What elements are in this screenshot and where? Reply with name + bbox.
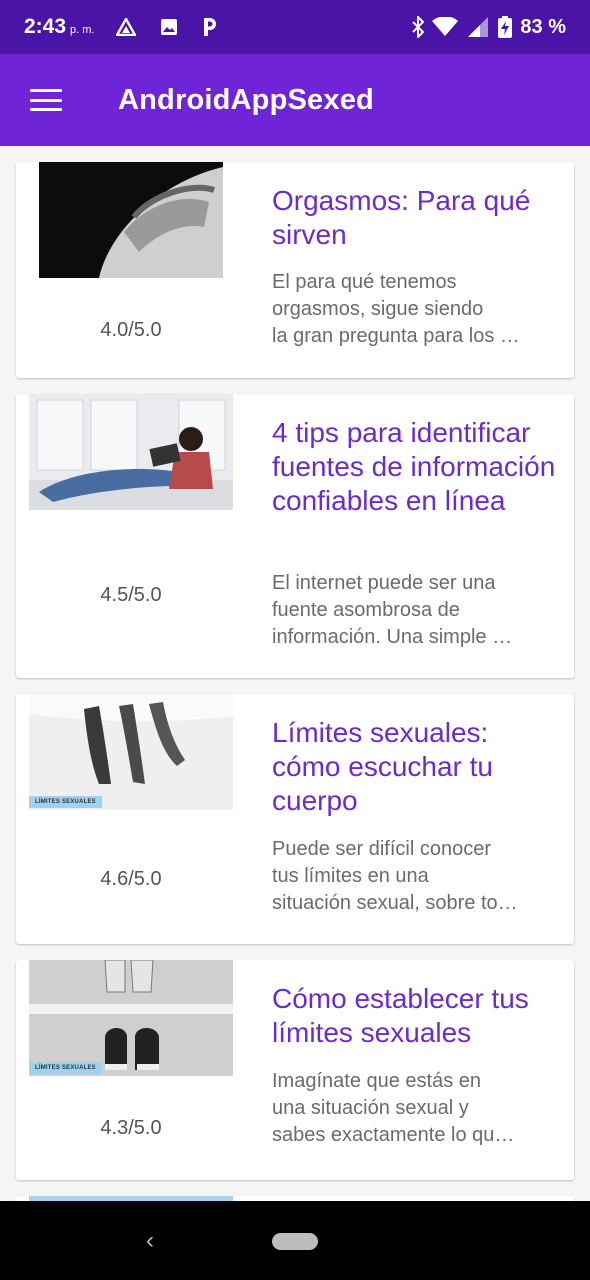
back-icon[interactable]: ‹ xyxy=(146,1227,154,1255)
article-card[interactable]: LÍMITES SEXUALES 4.3/5.0 Cómo establecer… xyxy=(16,960,574,1180)
article-rating: 4.5/5.0 xyxy=(100,584,162,606)
article-rating: 4.3/5.0 xyxy=(100,1117,162,1139)
signal-icon xyxy=(468,17,489,37)
status-bar: 2:43 p. m. 83 % xyxy=(0,0,590,54)
article-rating: 4.0/5.0 xyxy=(100,319,162,341)
article-description: Puede ser difícil conocer tus límites en… xyxy=(272,838,518,914)
article-card[interactable]: 4.5/5.0 4 tips para identificar fuentes … xyxy=(16,394,574,678)
wifi-icon xyxy=(432,17,459,36)
battery-charging-icon xyxy=(498,16,513,38)
article-list[interactable]: 4.0/5.0 Orgasmos: Para qué sirven El par… xyxy=(0,146,590,1201)
article-title: 4 tips para identificar fuentes de infor… xyxy=(272,417,556,516)
article-thumbnail: LÍMITES SEXUALES xyxy=(29,960,233,1076)
article-thumbnail: LÍMITES SEXUALES xyxy=(29,694,233,810)
article-title: Cómo establecer tus límites sexuales xyxy=(272,983,529,1048)
bluetooth-icon xyxy=(412,16,425,38)
app-title: AndroidAppSexed xyxy=(118,83,374,116)
article-card[interactable]: LÍMITES SEXUALES 4.6/5.0 Límites sexuale… xyxy=(16,694,574,944)
battery-percent: 83 % xyxy=(520,15,566,38)
status-ampm: p. m. xyxy=(70,24,95,36)
status-time: 2:43 xyxy=(24,15,67,38)
home-pill[interactable] xyxy=(272,1233,318,1250)
article-card[interactable]: 4.0/5.0 Orgasmos: Para qué sirven El par… xyxy=(16,162,574,378)
app-bar: AndroidAppSexed xyxy=(0,54,590,146)
article-description: El internet puede ser una fuente asombro… xyxy=(272,572,513,648)
article-thumbnail xyxy=(29,394,233,510)
system-navigation-bar: ‹ xyxy=(0,1201,590,1280)
article-description: El para qué tenemos orgasmos, sigue sien… xyxy=(272,271,520,347)
article-description: Imagínate que estás en una situación sex… xyxy=(272,1070,515,1146)
article-rating: 4.6/5.0 xyxy=(100,868,162,890)
gallery-icon xyxy=(161,19,178,35)
article-title: Límites sexuales: cómo escuchar tu cuerp… xyxy=(272,717,493,816)
thumbnail-tag: LÍMITES SEXUALES xyxy=(29,796,102,808)
parking-icon xyxy=(204,18,217,36)
article-thumbnail xyxy=(39,162,223,278)
article-title: Orgasmos: Para qué sirven xyxy=(272,185,531,250)
thumbnail-tag: LÍMITES SEXUALES xyxy=(29,1062,102,1074)
drive-icon xyxy=(116,18,137,36)
menu-icon[interactable] xyxy=(30,89,62,111)
